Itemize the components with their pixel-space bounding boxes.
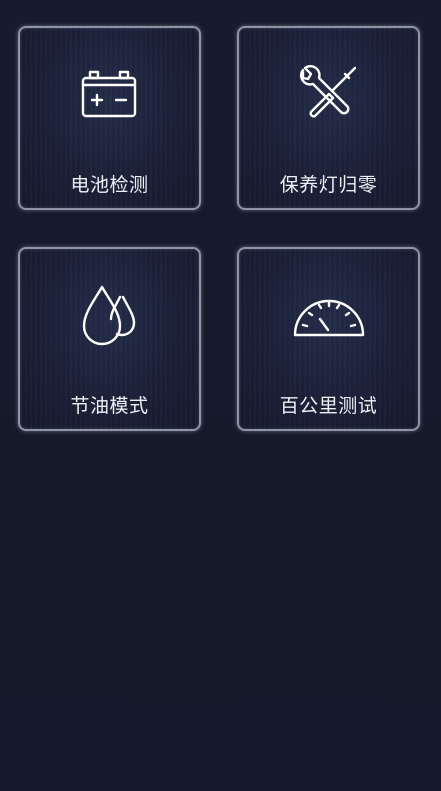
maintenance-reset-label: 保养灯归零 [279,174,378,196]
battery-check-label: 电池检测 [70,174,149,196]
app-screen: 电池检测 保养灯归零 节油模式 百公里测试 [0,0,441,791]
fuel-saving-tile[interactable]: 节油模式 [18,247,201,431]
battery-check-tile[interactable]: 电池检测 [18,26,201,210]
hundred-km-test-tile[interactable]: 百公里测试 [237,247,420,431]
speedometer-icon [289,277,369,357]
fuel-saving-label: 节油模式 [70,395,149,417]
maintenance-reset-tile[interactable]: 保养灯归零 [237,26,420,210]
hundred-km-test-label: 百公里测试 [279,395,378,417]
battery-icon [70,56,150,136]
water-drops-icon [70,277,150,357]
wrench-screwdriver-icon [289,56,369,136]
